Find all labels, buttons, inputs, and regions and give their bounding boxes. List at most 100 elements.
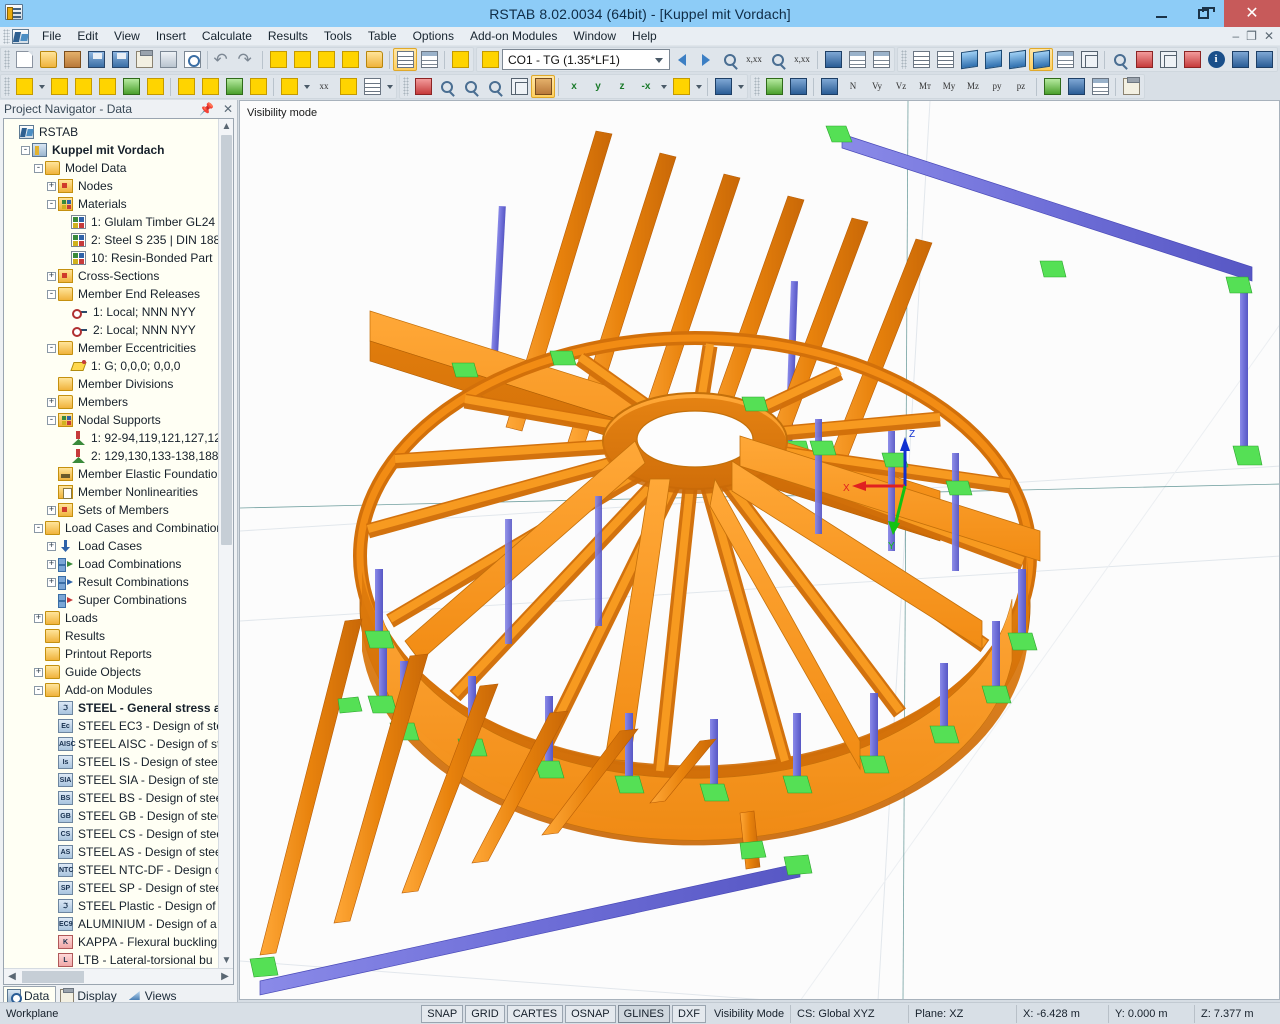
view-clipping-button[interactable]	[1077, 48, 1101, 71]
menu-results[interactable]: Results	[260, 28, 316, 44]
printout-report-button[interactable]	[132, 48, 156, 71]
guide-object-button[interactable]	[336, 75, 360, 98]
shear-vy-button[interactable]: Vy	[865, 75, 889, 98]
scroll-right-icon[interactable]: ▶	[217, 969, 233, 984]
undo-button[interactable]	[211, 48, 235, 71]
view-perspective-button[interactable]	[1053, 48, 1077, 71]
toggle-glines[interactable]: GLINES	[617, 1004, 670, 1023]
tree-item-results[interactable]: Results	[8, 627, 233, 645]
close-icon[interactable]: ✕	[223, 102, 233, 116]
toggle-snap[interactable]: SNAP	[421, 1004, 464, 1023]
menu-options[interactable]: Options	[405, 28, 462, 44]
save-as-button[interactable]	[84, 48, 108, 71]
scroll-left-icon[interactable]: ◀	[4, 969, 20, 984]
calculate-all-button[interactable]	[435, 75, 459, 98]
model-viewport[interactable]: Visibility mode Z X Y	[239, 100, 1280, 1000]
tree-item-steel-plastic-design-of-s[interactable]: ℑ STEEL Plastic - Design of s	[8, 897, 233, 915]
mdi-close-button[interactable]: ✕	[1264, 29, 1274, 43]
structural-model-3d-view[interactable]: Z X Y	[240, 101, 1280, 1000]
menu-grip[interactable]	[3, 28, 10, 44]
tree-item-printout-reports[interactable]: Printout Reports	[8, 645, 233, 663]
tree-item-member-eccentricities[interactable]: - Member Eccentricities	[8, 339, 233, 357]
dimension-xx-button[interactable]: xx	[312, 75, 336, 98]
tree-item-nodal-supports[interactable]: - Nodal Supports	[8, 411, 233, 429]
expand-toggle-icon[interactable]: +	[47, 397, 56, 407]
moment-mz-button[interactable]: Mz	[961, 75, 985, 98]
collapse-toggle-icon[interactable]: -	[21, 145, 30, 155]
tree-item-sets-of-members[interactable]: + Sets of Members	[8, 501, 233, 519]
zoom-in-button[interactable]	[459, 75, 483, 98]
member-result-button[interactable]	[786, 75, 810, 98]
new-nodal-load-button[interactable]	[174, 75, 198, 98]
select-special-button[interactable]	[314, 48, 338, 71]
scroll-up-icon[interactable]: ▲	[219, 119, 233, 134]
new-imperfection-button[interactable]	[246, 75, 270, 98]
toggle-cartes[interactable]: CARTES	[506, 1004, 564, 1023]
close-button[interactable]: ✕	[1224, 0, 1280, 27]
print-button[interactable]	[156, 48, 180, 71]
tree-item-member-nonlinearities[interactable]: Member Nonlinearities	[8, 483, 233, 501]
info-button[interactable]: i	[1204, 48, 1228, 71]
tree-item-1-92-94-119-121-127-12[interactable]: 1: 92-94,119,121,127,12	[8, 429, 233, 447]
tree-item-2-steel-s-235-din-188[interactable]: 2: Steel S 235 | DIN 188	[8, 231, 233, 249]
tree-item-aluminium-design-of-a[interactable]: EC9 ALUMINIUM - Design of a	[8, 915, 233, 933]
view-negx-button[interactable]: -x	[634, 75, 658, 98]
view-nav-button[interactable]	[711, 75, 735, 98]
print-preview-button[interactable]	[180, 48, 204, 71]
tree-item-steel-sp-design-of-steel[interactable]: SP STEEL SP - Design of steel	[8, 879, 233, 897]
result-values-button[interactable]	[1064, 75, 1088, 98]
tree-item-load-cases-and-combination[interactable]: - Load Cases and Combination	[8, 519, 233, 537]
tree-item-steel-ec3-design-of-ste[interactable]: Ec STEEL EC3 - Design of ste	[8, 717, 233, 735]
collapse-toggle-icon[interactable]: -	[47, 199, 56, 209]
deformation-button[interactable]	[762, 75, 786, 98]
torsion-mt-button[interactable]: Mт	[913, 75, 937, 98]
tree-item-1-glulam-timber-gl24[interactable]: 1: Glulam Timber GL24	[8, 213, 233, 231]
mesh-settings-button[interactable]	[933, 48, 957, 71]
dimension-button[interactable]	[277, 75, 301, 98]
tree-item-steel-as-design-of-stee[interactable]: AS STEEL AS - Design of stee	[8, 843, 233, 861]
navigator-vertical-scrollbar[interactable]: ▲ ▼	[218, 119, 233, 968]
new-member-button[interactable]	[47, 75, 71, 98]
open-example-button[interactable]	[60, 48, 84, 71]
rotate-axis-button[interactable]	[1132, 48, 1156, 71]
new-free-load-button[interactable]	[222, 75, 246, 98]
tree-item-kappa-flexural-buckling[interactable]: K KAPPA - Flexural buckling	[8, 933, 233, 951]
toolbar-grip[interactable]	[4, 77, 10, 96]
expand-toggle-icon[interactable]: +	[47, 577, 56, 587]
show-result-values-button[interactable]	[766, 48, 790, 71]
render-result-button[interactable]	[869, 48, 893, 71]
tree-item-steel-bs-design-of-steel[interactable]: BS STEEL BS - Design of steel	[8, 789, 233, 807]
tree-item-add-on-modules[interactable]: - Add-on Modules	[8, 681, 233, 699]
menu-addon-modules[interactable]: Add-on Modules	[462, 28, 565, 44]
menu-view[interactable]: View	[106, 28, 148, 44]
mirror-button[interactable]	[1156, 48, 1180, 71]
tree-item-steel-is-design-of-steel[interactable]: Is STEEL IS - Design of steel	[8, 753, 233, 771]
tree-item-guide-objects[interactable]: + Guide Objects	[8, 663, 233, 681]
collapse-toggle-icon[interactable]: -	[47, 343, 56, 353]
scroll-thumb-horizontal[interactable]	[22, 971, 84, 983]
import-button[interactable]	[448, 48, 472, 71]
menu-tools[interactable]: Tools	[316, 28, 360, 44]
calculate-button[interactable]	[411, 75, 435, 98]
tree-item-rstab[interactable]: RSTAB	[8, 123, 233, 141]
new-support-button[interactable]	[119, 75, 143, 98]
pin-icon[interactable]: 📌	[199, 102, 214, 116]
tree-item-2-129-130-133-138-188[interactable]: 2: 129,130,133-138,188	[8, 447, 233, 465]
display-props-button[interactable]	[669, 75, 693, 98]
mdi-minimize-button[interactable]: –	[1232, 29, 1239, 43]
collapse-toggle-icon[interactable]: -	[47, 415, 56, 425]
collapse-toggle-icon[interactable]: -	[47, 289, 56, 299]
tree-item-steel-sia-design-of-stee[interactable]: SIA STEEL SIA - Design of stee	[8, 771, 233, 789]
load-case-combo[interactable]: CO1 - TG (1.35*LF1)	[502, 49, 670, 70]
tree-item-steel-aisc-design-of-st[interactable]: AISC STEEL AISC - Design of st	[8, 735, 233, 753]
collapse-toggle-icon[interactable]: -	[34, 523, 43, 533]
compass-button[interactable]	[1228, 48, 1252, 71]
toggle-osnap[interactable]: OSNAP	[565, 1004, 616, 1023]
tree-item-result-combinations[interactable]: + Result Combinations	[8, 573, 233, 591]
new-file-button[interactable]	[12, 48, 36, 71]
pz-button[interactable]: pz	[1009, 75, 1033, 98]
tree-item-load-combinations[interactable]: + Load Combinations	[8, 555, 233, 573]
expand-toggle-icon[interactable]: +	[47, 271, 56, 281]
toolbar-grip[interactable]	[4, 50, 10, 69]
shear-vz-button[interactable]: Vz	[889, 75, 913, 98]
